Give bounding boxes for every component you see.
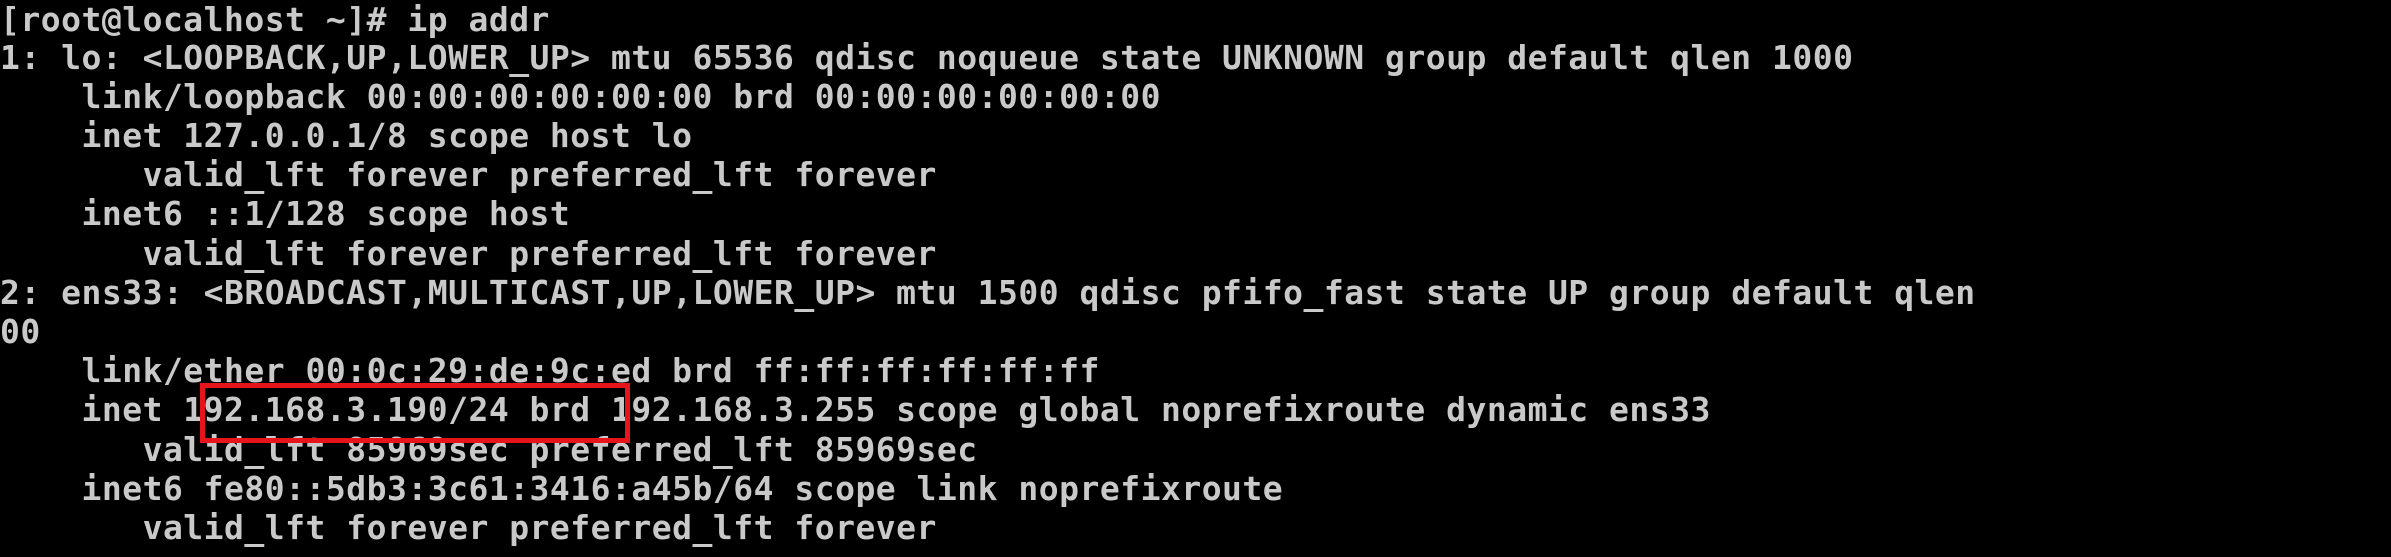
terminal-line: valid_lft forever preferred_lft forever [0, 508, 937, 547]
terminal-line-prompt: [root@localhost ~]# ip addr [0, 0, 550, 39]
terminal-line: valid_lft 85969sec preferred_lft 85969se… [0, 430, 978, 469]
terminal-line: link/ether 00:0c:29:de:9c:ed brd ff:ff:f… [0, 351, 1100, 390]
terminal-line: inet 127.0.0.1/8 scope host lo [0, 116, 693, 155]
terminal-line: valid_lft forever preferred_lft forever [0, 234, 937, 273]
terminal-line: valid_lft forever preferred_lft forever [0, 155, 937, 194]
terminal-window[interactable]: [root@localhost ~]# ip addr 1: lo: <LOOP… [0, 0, 2391, 557]
terminal-line: inet6 fe80::5db3:3c61:3416:a45b/64 scope… [0, 469, 1284, 508]
terminal-line: 00 [0, 312, 41, 351]
terminal-line-ip-address: inet 192.168.3.190/24 brd 192.168.3.255 … [0, 390, 1711, 429]
terminal-line: inet6 ::1/128 scope host [0, 194, 571, 233]
terminal-line: 2: ens33: <BROADCAST,MULTICAST,UP,LOWER_… [0, 273, 1976, 312]
terminal-line: link/loopback 00:00:00:00:00:00 brd 00:0… [0, 77, 1161, 116]
terminal-line: 1: lo: <LOOPBACK,UP,LOWER_UP> mtu 65536 … [0, 38, 1854, 77]
